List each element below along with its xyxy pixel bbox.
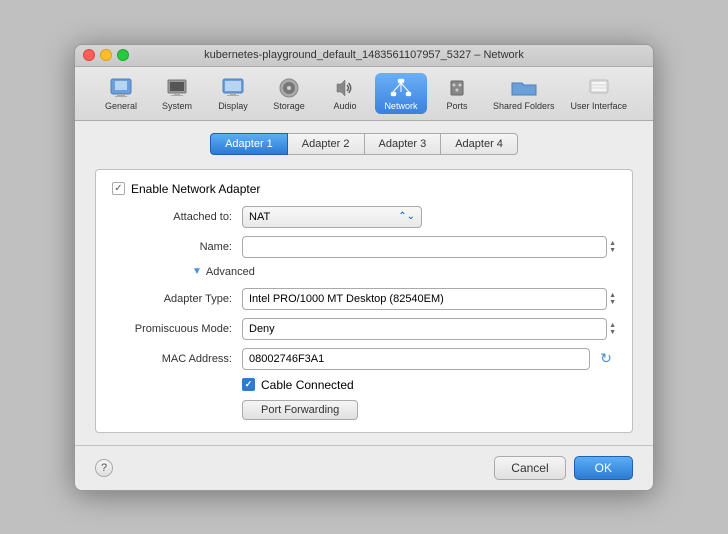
main-window: kubernetes-playground_default_1483561107… [74, 44, 654, 491]
settings-panel: Enable Network Adapter Attached to: NAT … [95, 169, 633, 433]
window-title: kubernetes-playground_default_1483561107… [204, 49, 524, 61]
name-label: Name: [112, 241, 242, 253]
tab-adapter4[interactable]: Adapter 4 [441, 133, 518, 155]
promiscuous-label: Promiscuous Mode: [112, 323, 242, 335]
attached-to-label: Attached to: [112, 211, 242, 223]
system-icon [163, 76, 191, 100]
adapter-type-label: Adapter Type: [112, 293, 242, 305]
action-buttons: Cancel OK [494, 456, 633, 480]
help-button[interactable]: ? [95, 459, 113, 477]
attached-to-select[interactable]: NAT ⌃⌄ [242, 206, 422, 228]
ports-icon [443, 76, 471, 100]
close-button[interactable] [83, 49, 95, 61]
promiscuous-stepper-down[interactable]: ▼ [609, 329, 616, 336]
mac-row: MAC Address: ↻ [112, 348, 616, 370]
toolbar-storage-label: Storage [273, 101, 305, 111]
cancel-button[interactable]: Cancel [494, 456, 565, 480]
toolbar-system-label: System [162, 101, 192, 111]
stepper-down-icon[interactable]: ▼ [609, 247, 616, 254]
name-row: Name: ▲ ▼ [112, 236, 616, 258]
cable-connected-checkbox[interactable] [242, 378, 255, 391]
adapter-type-stepper[interactable]: ▲ ▼ [609, 292, 616, 306]
adapter-type-stepper-down[interactable]: ▼ [609, 299, 616, 306]
adapter-type-input[interactable] [242, 288, 607, 310]
toolbar-audio[interactable]: Audio [319, 73, 371, 114]
title-bar: kubernetes-playground_default_1483561107… [75, 45, 653, 67]
toolbar-general[interactable]: General [95, 73, 147, 114]
user-interface-icon [585, 76, 613, 100]
name-input[interactable] [242, 236, 607, 258]
toolbar-storage[interactable]: Storage [263, 73, 315, 114]
general-icon [107, 76, 135, 100]
attached-to-arrow: ⌃⌄ [398, 211, 415, 222]
stepper-up-icon[interactable]: ▲ [609, 240, 616, 247]
toolbar-shared-folders[interactable]: Shared Folders [487, 73, 561, 114]
name-stepper[interactable]: ▲ ▼ [609, 240, 616, 254]
promiscuous-stepper[interactable]: ▲ ▼ [609, 322, 616, 336]
toolbar-display-label: Display [218, 101, 248, 111]
advanced-row: ▼ Advanced [112, 266, 616, 278]
toolbar-network[interactable]: Network [375, 73, 427, 114]
enable-label: Enable Network Adapter [131, 182, 260, 196]
bottom-bar: ? Cancel OK [75, 445, 653, 490]
ok-button[interactable]: OK [574, 456, 633, 480]
network-icon [387, 76, 415, 100]
port-forwarding-button[interactable]: Port Forwarding [242, 400, 358, 420]
audio-icon [331, 76, 359, 100]
main-content: Adapter 1 Adapter 2 Adapter 3 Adapter 4 … [75, 121, 653, 445]
promiscuous-input[interactable] [242, 318, 607, 340]
adapter-type-stepper-up[interactable]: ▲ [609, 292, 616, 299]
tab-adapter2[interactable]: Adapter 2 [288, 133, 365, 155]
shared-folders-icon [510, 76, 538, 100]
toolbar-display[interactable]: Display [207, 73, 259, 114]
cable-connected-label: Cable Connected [261, 378, 354, 392]
cable-connected-row: Cable Connected [112, 378, 616, 392]
mac-input[interactable] [242, 348, 590, 370]
toolbar-ports[interactable]: Ports [431, 73, 483, 114]
mac-label: MAC Address: [112, 353, 242, 365]
adapter-type-row: Adapter Type: ▲ ▼ [112, 288, 616, 310]
toolbar-shared-folders-label: Shared Folders [493, 101, 555, 111]
advanced-arrow-icon: ▼ [192, 266, 202, 277]
storage-icon [275, 76, 303, 100]
minimize-button[interactable] [100, 49, 112, 61]
port-forwarding-row: Port Forwarding [112, 400, 616, 420]
toolbar-user-interface-label: User Interface [571, 101, 628, 111]
toolbar-audio-label: Audio [333, 101, 356, 111]
advanced-label[interactable]: Advanced [206, 266, 255, 278]
toolbar-user-interface[interactable]: User Interface [565, 73, 634, 114]
display-icon [219, 76, 247, 100]
maximize-button[interactable] [117, 49, 129, 61]
window-controls [83, 49, 129, 61]
toolbar-ports-label: Ports [446, 101, 467, 111]
enable-row: Enable Network Adapter [112, 182, 616, 196]
tab-adapter1[interactable]: Adapter 1 [210, 133, 288, 155]
attached-to-row: Attached to: NAT ⌃⌄ [112, 206, 616, 228]
mac-input-wrapper: ↻ [242, 348, 616, 370]
toolbar-network-label: Network [384, 101, 417, 111]
enable-checkbox[interactable] [112, 182, 125, 195]
toolbar: General System Display Storage Audio [75, 67, 653, 121]
toolbar-general-label: General [105, 101, 137, 111]
toolbar-system[interactable]: System [151, 73, 203, 114]
promiscuous-stepper-up[interactable]: ▲ [609, 322, 616, 329]
tab-adapter3[interactable]: Adapter 3 [365, 133, 442, 155]
promiscuous-row: Promiscuous Mode: ▲ ▼ [112, 318, 616, 340]
attached-to-value: NAT [249, 211, 270, 223]
mac-refresh-button[interactable]: ↻ [596, 349, 616, 369]
adapter-tabs: Adapter 1 Adapter 2 Adapter 3 Adapter 4 [95, 133, 633, 155]
